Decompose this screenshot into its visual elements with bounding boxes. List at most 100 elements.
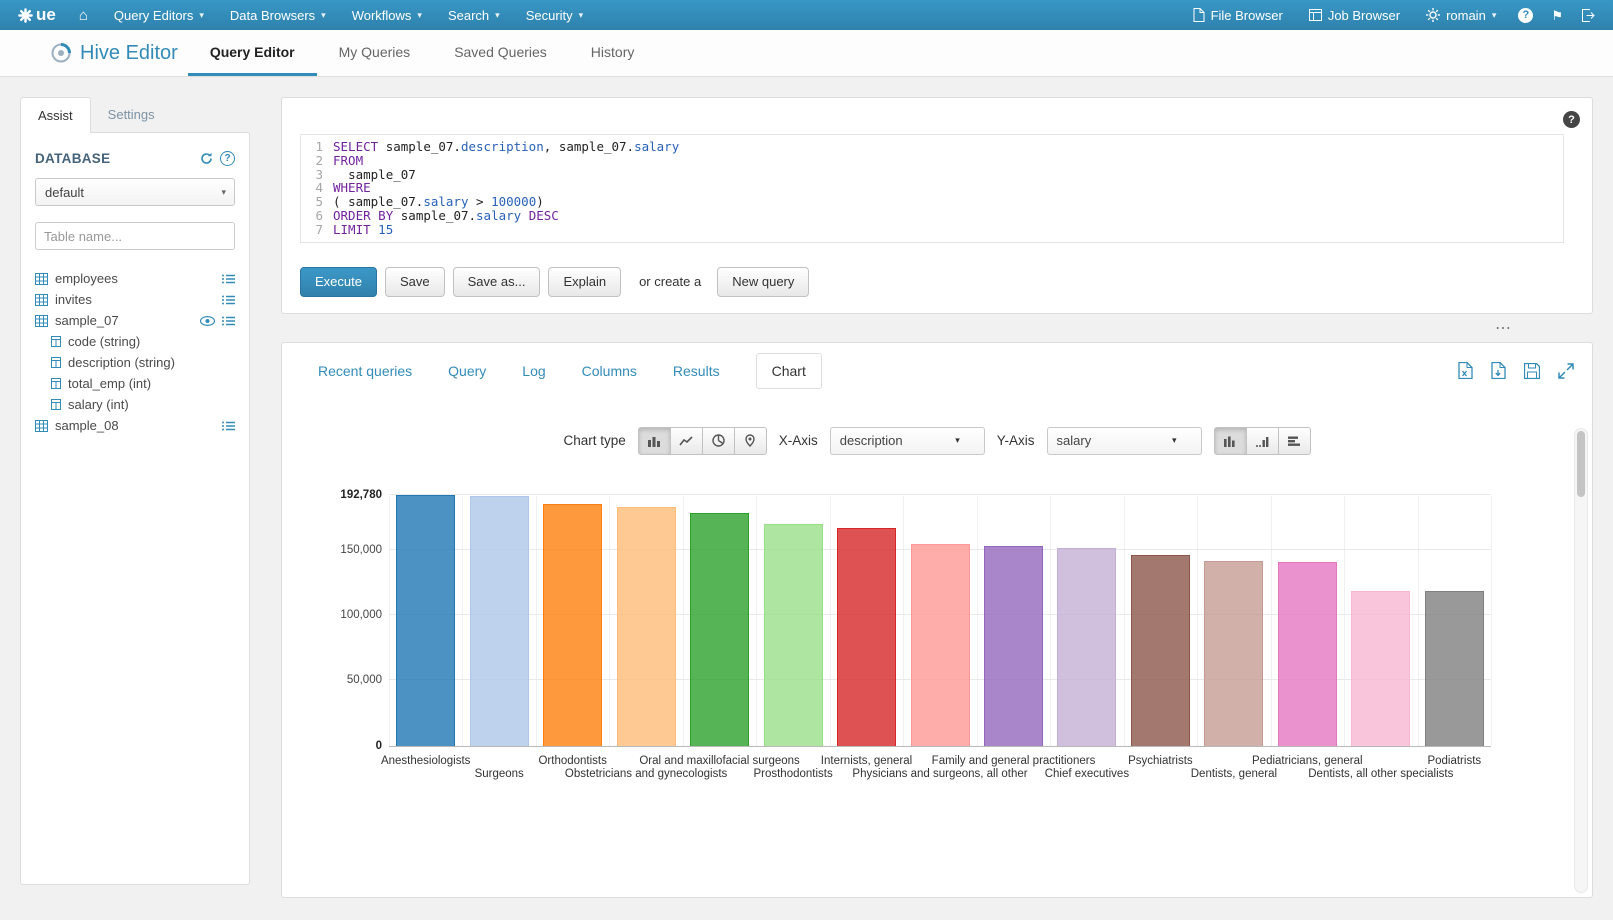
y-axis-select[interactable]: salary ▾: [1047, 427, 1202, 455]
tab-history[interactable]: History: [569, 30, 657, 76]
database-select[interactable]: default ▾: [35, 178, 235, 206]
bars-horizontal-button[interactable]: [1278, 427, 1311, 455]
chart-bar-oral-and-maxillofacial-surgeons[interactable]: [690, 513, 749, 745]
execute-button[interactable]: Execute: [300, 267, 377, 297]
save-as-button[interactable]: Save as...: [453, 267, 541, 297]
scrollbar-thumb[interactable]: [1577, 431, 1585, 497]
chart-bar-pediatricians-general[interactable]: [1278, 562, 1337, 745]
chart-bar-dentists-all-other-specialists[interactable]: [1351, 591, 1410, 746]
tab-my-queries[interactable]: My Queries: [317, 30, 433, 76]
navbar-menu-security[interactable]: Security▾: [513, 0, 597, 30]
assist-panel: Assist Settings DATABASE ? default ▾ emp…: [20, 97, 250, 885]
chart-bar-surgeons[interactable]: [470, 496, 529, 745]
chart-bar-obstetricians-and-gynecologists[interactable]: [617, 507, 676, 746]
new-query-button[interactable]: New query: [717, 267, 809, 297]
database-help-icon[interactable]: ?: [220, 151, 235, 166]
save-results-icon[interactable]: [1524, 363, 1540, 379]
hue-logo[interactable]: ue: [8, 5, 66, 25]
table-menu-icon[interactable]: [222, 316, 235, 326]
help-button[interactable]: ?: [1509, 0, 1542, 30]
chart-bar-family-and-general-practitioners[interactable]: [984, 546, 1043, 746]
results-tab-query[interactable]: Query: [448, 354, 486, 388]
hive-editor-brand[interactable]: Hive Editor: [50, 30, 178, 76]
column-icon: [51, 378, 61, 389]
file-browser-link[interactable]: File Browser: [1180, 0, 1296, 30]
database-select-value: default: [45, 185, 84, 200]
map-marker-icon: [744, 434, 756, 447]
tab-assist[interactable]: Assist: [20, 97, 91, 133]
column-row-code[interactable]: code (string): [35, 331, 235, 352]
help-icon: ?: [1518, 8, 1533, 23]
job-browser-link[interactable]: Job Browser: [1296, 0, 1413, 30]
table-row-sample-07[interactable]: sample_07: [35, 310, 235, 331]
chart-bar-psychiatrists[interactable]: [1131, 555, 1190, 745]
feedback-flag-button[interactable]: ⚑: [1542, 0, 1572, 30]
tab-query-editor[interactable]: Query Editor: [188, 30, 317, 76]
results-tab-log[interactable]: Log: [522, 354, 545, 388]
chart-bar-orthodontists[interactable]: [543, 504, 602, 745]
code-line: LIMIT 15: [333, 223, 1563, 237]
navbar-left: ue ⌂ Query Editors▾Data Browsers▾Workflo…: [8, 0, 596, 30]
navbar-menu-query-editors[interactable]: Query Editors▾: [101, 0, 217, 30]
chart-type-label: Chart type: [563, 433, 625, 448]
table-menu-icon[interactable]: [222, 421, 235, 431]
tab-saved-queries[interactable]: Saved Queries: [432, 30, 569, 76]
column-row-salary[interactable]: salary (int): [35, 394, 235, 415]
y-axis-value: salary: [1057, 433, 1092, 448]
x-axis-select[interactable]: description ▾: [830, 427, 985, 455]
column-row-total-emp[interactable]: total_emp (int): [35, 373, 235, 394]
navbar-menu-search[interactable]: Search▾: [435, 0, 513, 30]
results-scrollbar[interactable]: [1574, 428, 1588, 893]
hue-logo-icon: [18, 8, 33, 23]
chart-type-pie-button[interactable]: [702, 427, 735, 455]
logout-button[interactable]: [1572, 0, 1605, 30]
column-row-description[interactable]: description (string): [35, 352, 235, 373]
chart-bar-dentists-general[interactable]: [1204, 561, 1263, 746]
vertical-gridline: [756, 496, 757, 746]
fullscreen-icon[interactable]: [1558, 363, 1574, 379]
results-tab-recent-queries[interactable]: Recent queries: [318, 354, 412, 388]
results-tab-results[interactable]: Results: [673, 354, 720, 388]
download-csv-icon[interactable]: [1491, 362, 1506, 379]
table-menu-icon[interactable]: [222, 295, 235, 305]
save-button[interactable]: Save: [385, 267, 445, 297]
chart-bar-podiatrists[interactable]: [1425, 591, 1484, 745]
chart-type-bars-button[interactable]: [638, 427, 671, 455]
chevron-down-icon: ▾: [495, 10, 500, 21]
table-name: sample_07: [55, 313, 119, 328]
chart-type-map-button[interactable]: [734, 427, 767, 455]
table-row-sample-08[interactable]: sample_08: [35, 415, 235, 436]
chart-bar-internists-general[interactable]: [837, 528, 896, 746]
editor-help-icon[interactable]: ?: [1563, 111, 1580, 128]
table-row-invites[interactable]: invites: [35, 289, 235, 310]
app-title: Hive Editor: [80, 42, 178, 65]
user-menu[interactable]: romain ▾: [1413, 0, 1509, 30]
navbar-menu-workflows[interactable]: Workflows▾: [339, 0, 435, 30]
ellipsis-icon: ⋯: [1495, 318, 1513, 338]
sql-editor[interactable]: 1234567 SELECT sample_07.description, sa…: [300, 134, 1564, 243]
table-menu-icon[interactable]: [222, 274, 235, 284]
column-icon: [51, 336, 61, 347]
tab-settings[interactable]: Settings: [91, 97, 172, 132]
bars-sorted-button[interactable]: [1246, 427, 1279, 455]
chart-bar-prosthodontists[interactable]: [764, 524, 823, 745]
bars-grouped-button[interactable]: [1214, 427, 1247, 455]
x-axis-label: Physicians and surgeons, all other: [852, 768, 1027, 780]
table-row-employees[interactable]: employees: [35, 268, 235, 289]
chart-bar-chief-executives[interactable]: [1057, 548, 1116, 745]
x-axis-label: Surgeons: [475, 768, 524, 780]
refresh-icon[interactable]: [200, 152, 213, 165]
preview-eye-icon[interactable]: [200, 316, 215, 326]
home-button[interactable]: ⌂: [66, 0, 101, 30]
resize-handle[interactable]: ⋯: [281, 314, 1593, 342]
chart-bar-physicians-and-surgeons-all-other[interactable]: [911, 544, 970, 746]
explain-button[interactable]: Explain: [548, 267, 621, 297]
chevron-down-icon: ▾: [1172, 435, 1177, 446]
table-filter-input[interactable]: [35, 222, 235, 250]
results-tab-chart[interactable]: Chart: [756, 353, 822, 389]
navbar-menu-data-browsers[interactable]: Data Browsers▾: [217, 0, 339, 30]
chart-type-line-button[interactable]: [670, 427, 703, 455]
chart-bar-anesthesiologists[interactable]: [396, 495, 455, 746]
results-tab-columns[interactable]: Columns: [582, 354, 637, 388]
download-xls-icon[interactable]: [1458, 362, 1473, 379]
